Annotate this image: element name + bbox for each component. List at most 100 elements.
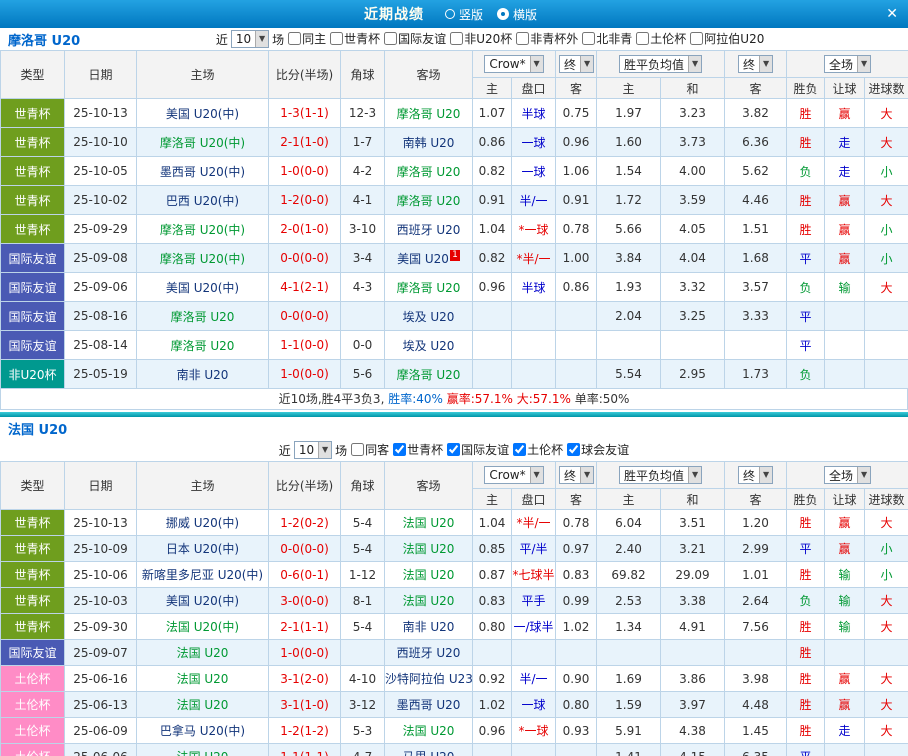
- filter-item[interactable]: 北非青: [578, 30, 632, 47]
- cell-home-team: 摩洛哥 U20: [137, 302, 269, 331]
- cell-1x2-away: 7.56: [725, 614, 787, 640]
- cell-1x2-away: 2.64: [725, 588, 787, 614]
- column-header-home: 主场: [137, 51, 269, 99]
- filter-item[interactable]: 同客: [347, 441, 389, 458]
- filter-checkbox[interactable]: [582, 32, 595, 45]
- match-row: 土伦杯25-06-09巴拿马 U20(中)1-2(1-2)5-3法国 U200.…: [1, 718, 908, 744]
- cell-1x2-draw: 4.00: [661, 157, 725, 186]
- filter-checkbox[interactable]: [288, 32, 301, 45]
- cell-date: 25-06-16: [65, 666, 137, 692]
- column-header-odds-handicap: 盘口: [512, 78, 556, 99]
- match-row: 国际友谊25-09-07法国 U201-0(0-0)西班牙 U20胜: [1, 640, 908, 666]
- filter-checkbox[interactable]: [330, 32, 343, 45]
- cell-odds-away: 0.97: [556, 536, 597, 562]
- filter-checkbox[interactable]: [516, 32, 529, 45]
- filter-label: 同主: [302, 30, 326, 47]
- cell-corners: 4-10: [341, 666, 385, 692]
- cell-corners: [341, 302, 385, 331]
- europe-avg-select[interactable]: 胜平负均值▼: [619, 466, 702, 484]
- scope-select[interactable]: 全场▼: [824, 466, 871, 484]
- cell-odds-handicap: *半/一: [512, 510, 556, 536]
- filter-item[interactable]: 非U20杯: [446, 30, 512, 47]
- filter-item[interactable]: 同主: [284, 30, 326, 47]
- filter-checkbox[interactable]: [690, 32, 703, 45]
- filter-item[interactable]: 球会友谊: [563, 441, 629, 458]
- cell-date: 25-06-09: [65, 718, 137, 744]
- filter-checkbox[interactable]: [636, 32, 649, 45]
- filter-item[interactable]: 非青杯外: [512, 30, 578, 47]
- cell-1x2-home: 1.60: [597, 128, 661, 157]
- odds-final-select[interactable]: 终▼: [559, 466, 594, 484]
- cell-corners: 3-12: [341, 692, 385, 718]
- team-title: 法国 U20: [8, 419, 67, 438]
- cell-home-team: 墨西哥 U20(中): [137, 157, 269, 186]
- summary-segment: 大:57.1%: [517, 392, 575, 406]
- cell-result: 负: [787, 273, 825, 302]
- cell-home-team: 法国 U20: [137, 744, 269, 756]
- europe-avg-select[interactable]: 胜平负均值▼: [619, 55, 702, 73]
- cell-corners: 5-4: [341, 536, 385, 562]
- chevron-down-icon: ▼: [580, 56, 593, 72]
- odds-final-select[interactable]: 终▼: [559, 55, 594, 73]
- filter-item[interactable]: 国际友谊: [443, 441, 509, 458]
- column-header-odds-handicap: 盘口: [512, 489, 556, 510]
- cell-corners: 3-4: [341, 244, 385, 273]
- cell-odds-home: 0.96: [473, 273, 512, 302]
- filter-label: 世青杯: [407, 441, 443, 458]
- match-count-select[interactable]: 10▼: [231, 30, 269, 48]
- close-icon[interactable]: ✕: [886, 5, 898, 23]
- cell-goals-result: [865, 640, 908, 666]
- page-title: 近期战绩: [364, 4, 424, 24]
- filter-checkbox[interactable]: [447, 443, 460, 456]
- filter-label: 土伦杯: [650, 30, 686, 47]
- odds-company-header: Crow*▼: [473, 462, 556, 489]
- filter-checkbox[interactable]: [513, 443, 526, 456]
- cell-odds-handicap: 一球: [512, 128, 556, 157]
- cell-odds-home: [473, 302, 512, 331]
- filter-checkbox[interactable]: [450, 32, 463, 45]
- cell-1x2-draw: 2.95: [661, 360, 725, 389]
- europe-final-select[interactable]: 终▼: [738, 55, 773, 73]
- filter-checkbox[interactable]: [384, 32, 397, 45]
- cell-1x2-draw: 4.38: [661, 718, 725, 744]
- cell-competition: 土伦杯: [1, 744, 65, 756]
- europe-final-header: 终▼: [725, 51, 787, 78]
- cell-competition: 土伦杯: [1, 718, 65, 744]
- filter-checkbox[interactable]: [351, 443, 364, 456]
- cell-away-team: 埃及 U20: [385, 331, 473, 360]
- cell-odds-away: 0.91: [556, 186, 597, 215]
- filter-item[interactable]: 阿拉伯U20: [686, 30, 764, 47]
- france-filter-row: 近 10▼ 场 同客世青杯国际友谊土伦杯球会友谊: [0, 439, 908, 461]
- layout-radio-horizontal[interactable]: 横版: [497, 6, 537, 23]
- filter-item[interactable]: 世青杯: [389, 441, 443, 458]
- results-table-france: 类型 日期 主场 比分(半场) 角球 客场 Crow*▼ 终▼ 胜平负均值▼ 终…: [0, 461, 908, 756]
- filter-checkbox[interactable]: [393, 443, 406, 456]
- cell-1x2-away: 5.62: [725, 157, 787, 186]
- cell-1x2-away: 3.82: [725, 99, 787, 128]
- filter-label: 国际友谊: [461, 441, 509, 458]
- odds-company-select[interactable]: Crow*▼: [484, 55, 543, 73]
- filter-item[interactable]: 土伦杯: [632, 30, 686, 47]
- filter-item[interactable]: 世青杯: [326, 30, 380, 47]
- cell-odds-handicap: 一/球半: [512, 614, 556, 640]
- filter-item[interactable]: 土伦杯: [509, 441, 563, 458]
- cell-odds-home: 0.87: [473, 562, 512, 588]
- cell-goals-result: [865, 744, 908, 756]
- filter-item[interactable]: 国际友谊: [380, 30, 446, 47]
- layout-radio-vertical[interactable]: 竖版: [445, 6, 483, 23]
- scope-header: 全场▼: [787, 51, 908, 78]
- column-header-1x2-draw: 和: [661, 78, 725, 99]
- europe-final-select[interactable]: 终▼: [738, 466, 773, 484]
- match-count-select[interactable]: 10▼: [294, 441, 332, 459]
- filter-checkbox[interactable]: [567, 443, 580, 456]
- cell-competition: 国际友谊: [1, 273, 65, 302]
- odds-company-select[interactable]: Crow*▼: [484, 466, 543, 484]
- cell-competition: 世青杯: [1, 215, 65, 244]
- cell-competition: 世青杯: [1, 614, 65, 640]
- cell-score: 1-0(0-0): [269, 640, 341, 666]
- scope-select[interactable]: 全场▼: [824, 55, 871, 73]
- cell-handicap-result: 赢: [825, 666, 865, 692]
- match-row: 世青杯25-10-02巴西 U20(中)1-2(0-0)4-1摩洛哥 U200.…: [1, 186, 908, 215]
- cell-1x2-draw: 3.32: [661, 273, 725, 302]
- odds-final-header: 终▼: [556, 51, 597, 78]
